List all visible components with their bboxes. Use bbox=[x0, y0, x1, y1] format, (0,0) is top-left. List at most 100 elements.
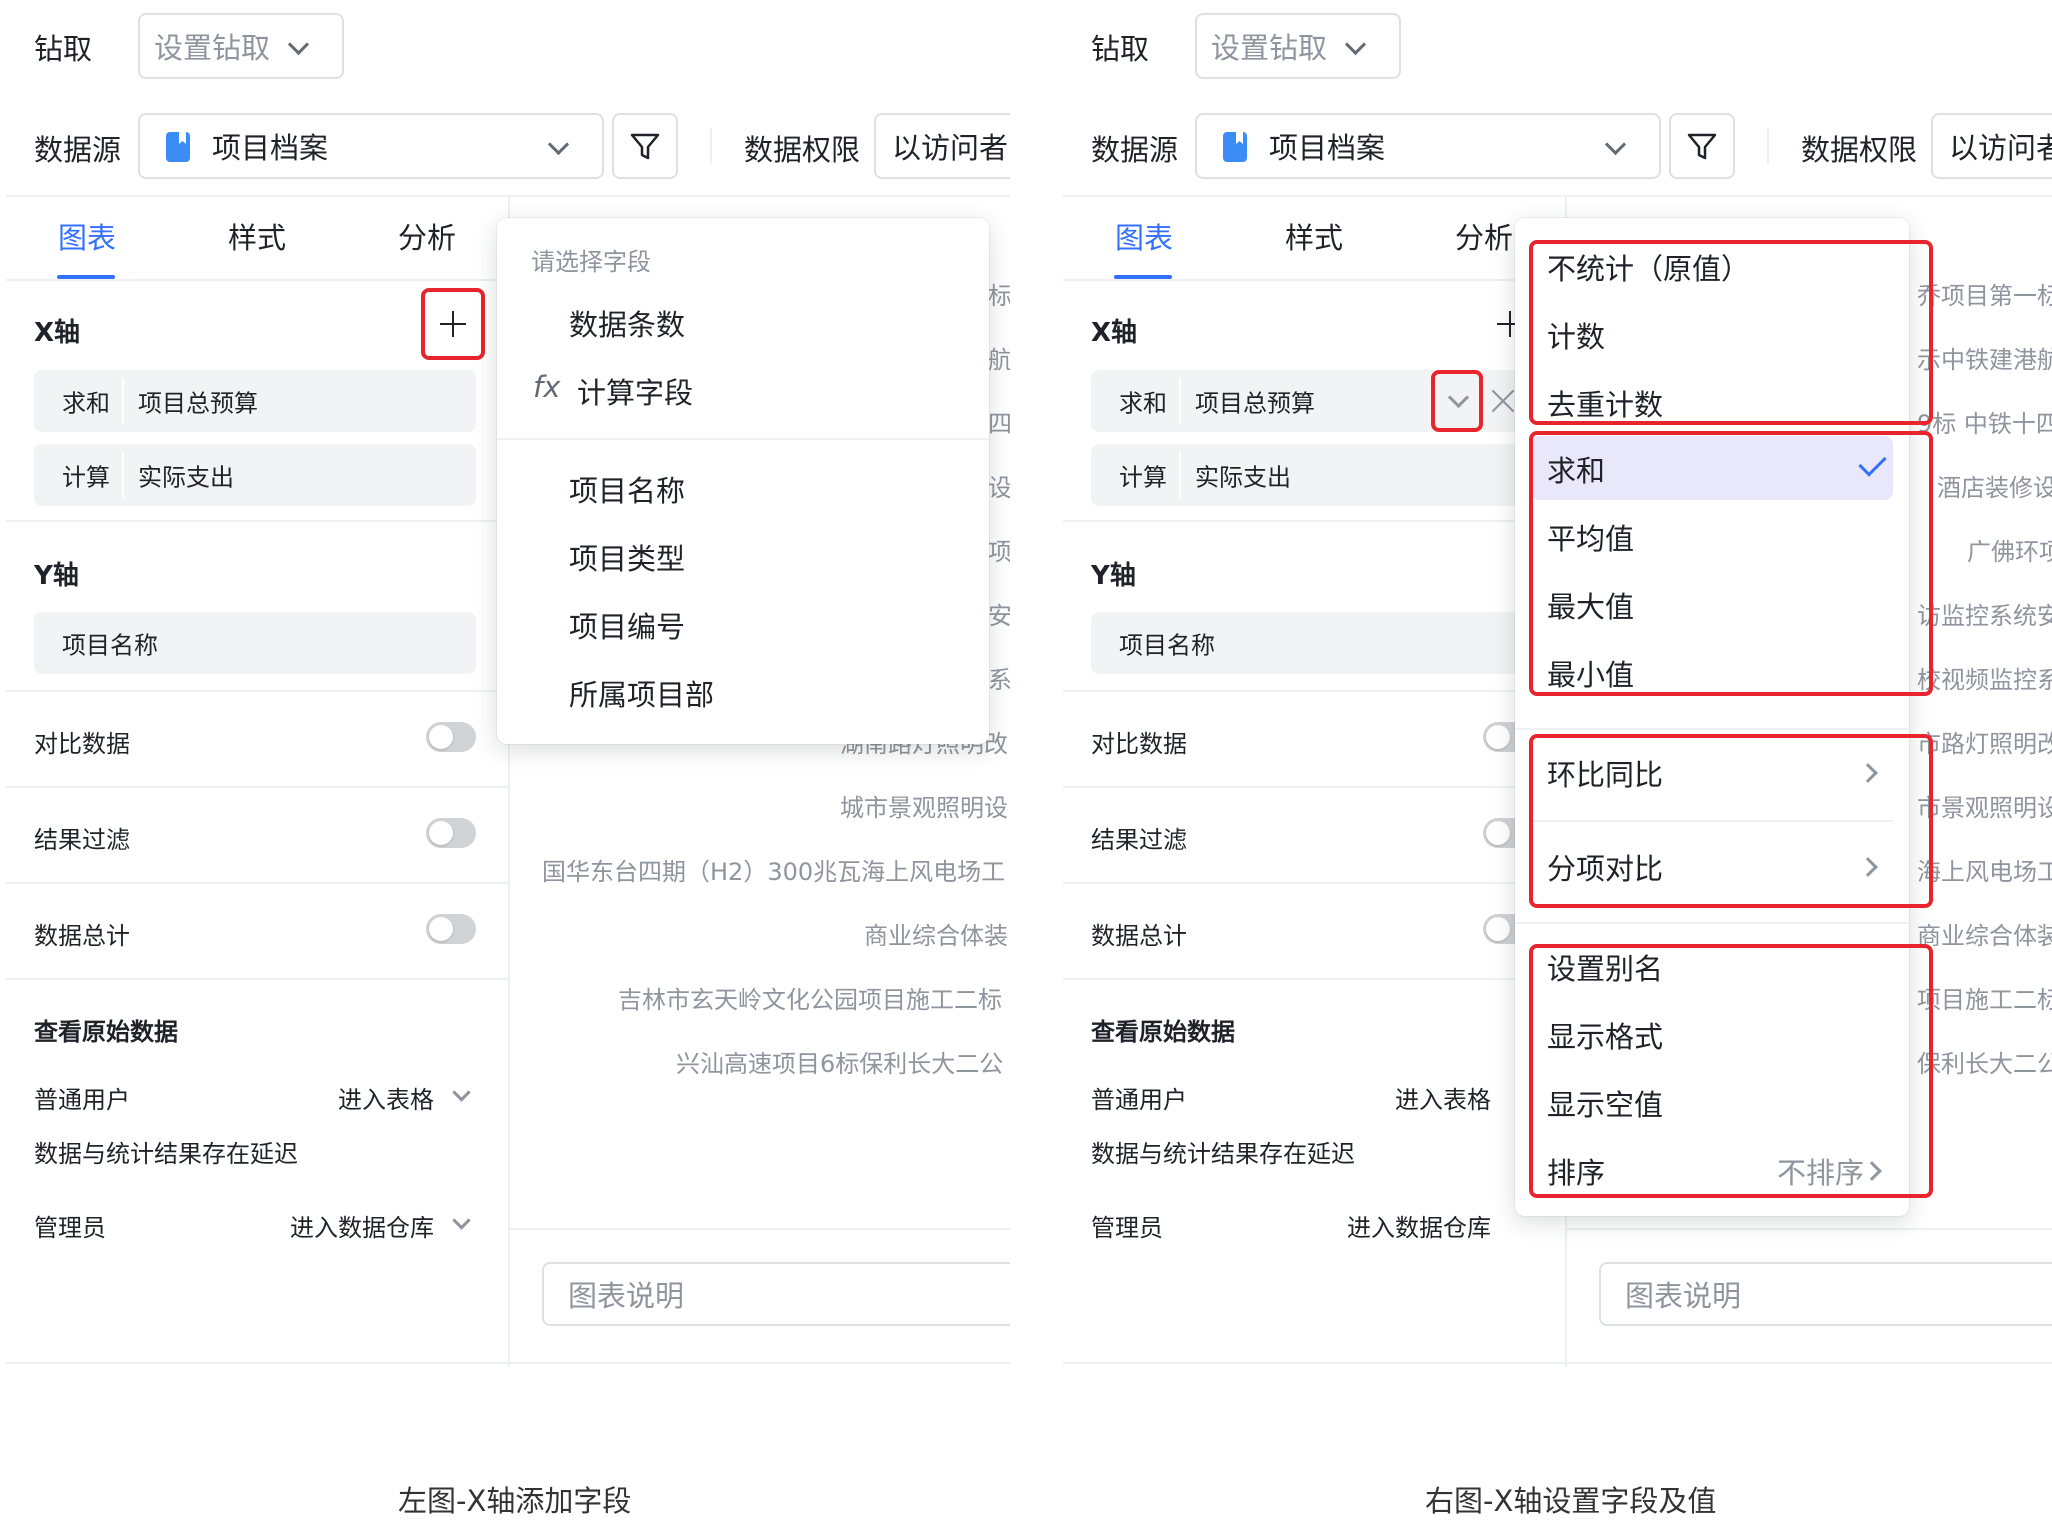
filter-label: 结果过滤 bbox=[34, 826, 130, 854]
close-icon[interactable] bbox=[1491, 389, 1515, 413]
database-icon bbox=[1223, 132, 1247, 162]
menu-item-item-compare[interactable]: 分项对比 bbox=[1547, 846, 1663, 888]
admin-label: 管理员 bbox=[1091, 1214, 1163, 1242]
y-field-row[interactable]: 项目名称 bbox=[34, 612, 476, 674]
option-field[interactable]: 项目类型 bbox=[569, 536, 685, 578]
divider bbox=[1063, 1362, 2052, 1364]
preview-row: 城市景观照明设 bbox=[840, 794, 1008, 822]
x-field-row[interactable]: 求和 项目总预算 bbox=[34, 370, 476, 432]
option-calculated-field[interactable]: 计算字段 bbox=[577, 370, 693, 412]
option-record-count[interactable]: 数据条数 bbox=[569, 302, 685, 344]
total-toggle[interactable] bbox=[426, 914, 476, 944]
preview-row: 示中铁建港航 bbox=[1917, 346, 2052, 374]
menu-item-sort[interactable]: 排序 bbox=[1547, 1150, 1605, 1192]
divider bbox=[1515, 728, 1909, 730]
delay-note: 数据与统计结果存在延迟 bbox=[1091, 1140, 1355, 1168]
preview-row: 商业综合体装 bbox=[1917, 922, 2052, 950]
chart-desc-input[interactable]: 图表说明 bbox=[1599, 1262, 2052, 1326]
preview-row: 市景观照明设 bbox=[1917, 794, 2052, 822]
preview-row: 市路灯照明改 bbox=[1917, 730, 2052, 758]
drill-placeholder: 设置钻取 bbox=[1211, 31, 1328, 65]
x-axis-label: X轴 bbox=[1091, 318, 1138, 348]
right-panel: 钻取 设置钻取 数据源 项目档案 数据权限 以访问者 图表 样式 分析 X轴 求… bbox=[1057, 0, 2052, 1520]
tab-chart[interactable]: 图表 bbox=[1115, 215, 1173, 257]
divider bbox=[1063, 882, 1565, 884]
enter-table-link[interactable]: 进入表格 bbox=[338, 1080, 434, 1115]
drill-placeholder: 设置钻取 bbox=[154, 31, 271, 65]
y-axis-label: Y轴 bbox=[34, 561, 79, 591]
divider bbox=[1063, 690, 1565, 692]
menu-item-format[interactable]: 显示格式 bbox=[1547, 1014, 1663, 1056]
y-field-row[interactable]: 项目名称 bbox=[1091, 612, 1533, 674]
divider bbox=[122, 452, 124, 498]
filter-toggle[interactable] bbox=[426, 818, 476, 848]
menu-item-sum[interactable]: 求和 bbox=[1547, 448, 1605, 490]
datasource-select[interactable]: 项目档案 bbox=[1195, 113, 1661, 179]
permission-select[interactable]: 以访问者 bbox=[874, 113, 1010, 179]
chevron-right-icon bbox=[1862, 1161, 1882, 1181]
preview-peek: 航 bbox=[988, 346, 1010, 374]
menu-item-distinct-count[interactable]: 去重计数 bbox=[1547, 382, 1663, 424]
filter-button[interactable] bbox=[612, 113, 678, 179]
tab-style[interactable]: 样式 bbox=[1285, 215, 1343, 257]
option-field[interactable]: 项目编号 bbox=[569, 604, 685, 646]
preview-row: 9标 中铁十四 bbox=[1917, 410, 2052, 438]
field-name: 实际支出 bbox=[1195, 463, 1291, 492]
enter-warehouse-link[interactable]: 进入数据仓库 bbox=[1347, 1208, 1491, 1243]
tab-analysis[interactable]: 分析 bbox=[398, 215, 456, 257]
drill-select[interactable]: 设置钻取 bbox=[138, 13, 344, 79]
divider bbox=[6, 279, 508, 281]
filter-icon bbox=[630, 133, 660, 160]
menu-item-show-null[interactable]: 显示空值 bbox=[1547, 1082, 1663, 1124]
datasource-label: 数据源 bbox=[34, 133, 122, 167]
chevron-down-icon bbox=[1344, 33, 1367, 56]
filter-icon bbox=[1687, 133, 1717, 160]
drill-select[interactable]: 设置钻取 bbox=[1195, 13, 1401, 79]
caption-left: 左图-X轴添加字段 bbox=[398, 1484, 632, 1518]
y-axis-label: Y轴 bbox=[1091, 561, 1136, 591]
tab-style[interactable]: 样式 bbox=[228, 215, 286, 257]
option-field[interactable]: 所属项目部 bbox=[569, 672, 714, 714]
field-name: 项目总预算 bbox=[138, 389, 258, 418]
chart-desc-placeholder: 图表说明 bbox=[1625, 1279, 1742, 1313]
menu-item-no-agg[interactable]: 不统计（原值） bbox=[1547, 246, 1750, 288]
datasource-label: 数据源 bbox=[1091, 133, 1179, 167]
menu-item-count[interactable]: 计数 bbox=[1547, 314, 1605, 356]
chart-desc-placeholder: 图表说明 bbox=[568, 1279, 685, 1313]
divider bbox=[1767, 128, 1769, 164]
x-field-row[interactable]: 计算 实际支出 bbox=[1091, 444, 1533, 506]
filter-button[interactable] bbox=[1669, 113, 1735, 179]
menu-item-period-compare[interactable]: 环比同比 bbox=[1547, 752, 1663, 794]
compare-label: 对比数据 bbox=[1091, 730, 1187, 758]
divider bbox=[6, 520, 508, 522]
option-field[interactable]: 项目名称 bbox=[569, 468, 685, 510]
menu-item-min[interactable]: 最小值 bbox=[1547, 652, 1634, 694]
menu-item-max[interactable]: 最大值 bbox=[1547, 584, 1634, 626]
menu-item-alias[interactable]: 设置别名 bbox=[1547, 946, 1663, 988]
enter-table-link[interactable]: 进入表格 bbox=[1395, 1080, 1491, 1115]
compare-toggle[interactable] bbox=[426, 722, 476, 752]
chevron-down-icon[interactable] bbox=[1447, 386, 1470, 409]
preview-peek: 系 bbox=[988, 666, 1010, 694]
divider bbox=[6, 1362, 1010, 1364]
menu-item-average[interactable]: 平均值 bbox=[1547, 516, 1634, 558]
agg-label: 求和 bbox=[1119, 389, 1167, 418]
x-field-row[interactable]: 求和 项目总预算 bbox=[1091, 370, 1533, 432]
chevron-down-icon bbox=[452, 1083, 471, 1102]
chart-desc-input[interactable]: 图表说明 bbox=[542, 1262, 1010, 1326]
raw-data-title: 查看原始数据 bbox=[34, 1018, 178, 1046]
divider bbox=[1063, 978, 1565, 980]
add-field-icon[interactable] bbox=[440, 311, 466, 337]
normal-user-label: 普通用户 bbox=[1091, 1086, 1187, 1114]
permission-value: 以访问者 bbox=[1949, 131, 2052, 165]
x-field-row[interactable]: 计算 实际支出 bbox=[34, 444, 476, 506]
preview-peek: 标 bbox=[988, 282, 1010, 310]
tab-analysis[interactable]: 分析 bbox=[1455, 215, 1513, 257]
filter-label: 结果过滤 bbox=[1091, 826, 1187, 854]
datasource-select[interactable]: 项目档案 bbox=[138, 113, 604, 179]
enter-warehouse-link[interactable]: 进入数据仓库 bbox=[290, 1208, 434, 1243]
agg-label: 求和 bbox=[62, 389, 110, 418]
tab-chart[interactable]: 图表 bbox=[58, 215, 116, 257]
permission-select[interactable]: 以访问者 bbox=[1931, 113, 2052, 179]
preview-row: 校视频监控系 bbox=[1917, 666, 2052, 694]
